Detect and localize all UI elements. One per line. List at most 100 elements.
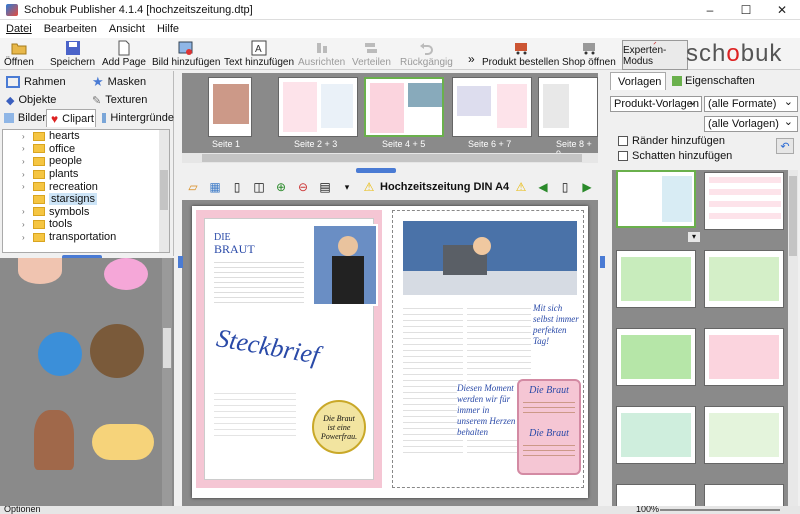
tab-masken[interactable]: ★ Masken <box>88 73 172 91</box>
menu-bar: Datei Bearbeiten Ansicht Hilfe <box>0 20 800 38</box>
prev-page-icon[interactable]: ◀ <box>535 179 551 195</box>
zoom-in-icon[interactable]: ⊕ <box>273 179 289 195</box>
airport-photo[interactable] <box>403 221 577 295</box>
clipart-item[interactable] <box>90 324 144 378</box>
tree-item-recreation[interactable]: › recreation <box>3 180 169 193</box>
add-text-button[interactable]: A Text hinzufügen <box>224 38 294 70</box>
tree-item-office[interactable]: › office <box>3 143 169 156</box>
page-view-icon[interactable]: ▯ <box>557 179 573 195</box>
bride-photo[interactable] <box>312 224 378 306</box>
save-button[interactable]: Speichern <box>50 38 95 70</box>
template-filter-select[interactable]: (alle Vorlagen) <box>704 115 798 132</box>
open-button[interactable]: Öffnen <box>4 38 34 70</box>
tab-rahmen[interactable]: Rahmen <box>2 73 86 91</box>
page-caption-6-7: Seite 6 + 7 <box>468 139 512 149</box>
warning-icon-2[interactable]: ⚠ <box>513 179 529 195</box>
profile-table <box>214 258 304 304</box>
template-thumb[interactable] <box>616 250 696 308</box>
tree-item-starsigns[interactable]: starsigns <box>3 193 169 206</box>
add-shadows-checkbox[interactable]: Schatten hinzufügen <box>618 150 732 162</box>
template-thumb[interactable] <box>616 328 696 386</box>
clipart-item[interactable] <box>18 258 62 284</box>
grid-icon[interactable]: ▦ <box>207 179 223 195</box>
tab-vorlagen[interactable]: Vorlagen <box>610 72 666 90</box>
tab-texturen[interactable]: ✎ Texturen <box>88 91 172 109</box>
tab-clipart[interactable]: ♥ Clipart <box>46 109 96 127</box>
clipart-item[interactable] <box>104 258 148 290</box>
tree-item-tools[interactable]: › tools <box>3 218 169 231</box>
template-thumb[interactable] <box>704 328 784 386</box>
powerfrau-badge: Die Braut ist eine Powerfrau. <box>312 400 366 454</box>
align-button[interactable]: Ausrichten <box>298 38 345 70</box>
tree-item-hearts[interactable]: › hearts <box>3 130 169 143</box>
gallery-scrollbar[interactable] <box>788 170 798 506</box>
add-image-button[interactable]: Bild hinzufügen <box>152 38 220 70</box>
order-product-button[interactable]: Produkt bestellen <box>482 38 559 70</box>
open-shop-button[interactable]: Shop öffnen <box>562 38 616 70</box>
page-thumb-2-3[interactable] <box>278 77 358 137</box>
apply-template-button[interactable]: ↶ <box>776 138 794 154</box>
template-thumb[interactable] <box>704 406 784 464</box>
template-thumb[interactable] <box>704 484 784 506</box>
menu-ansicht[interactable]: Ansicht <box>103 23 151 35</box>
page-thumb-6-7[interactable] <box>452 77 532 137</box>
folder-icon <box>33 194 45 204</box>
bride-box[interactable]: Die Braut Die Braut <box>517 379 581 475</box>
minimize-button[interactable]: – <box>692 0 728 20</box>
zoom-slider[interactable] <box>660 509 780 511</box>
format-select[interactable]: (alle Formate) <box>704 95 798 112</box>
dropdown-arrow-icon[interactable]: ▾ <box>339 179 355 195</box>
tree-item-people[interactable]: › people <box>3 155 169 168</box>
menu-datei[interactable]: Datei <box>0 23 38 35</box>
page-settings-icon[interactable]: ▤ <box>317 179 333 195</box>
add-page-button[interactable]: Add Page <box>102 38 146 70</box>
tree-item-transportation[interactable]: › transportation <box>3 231 169 244</box>
close-button[interactable]: ✕ <box>764 0 800 20</box>
tree-scrollbar[interactable] <box>159 130 169 252</box>
tab-objekte[interactable]: ◆ Objekte <box>2 91 86 109</box>
ruler-icon[interactable]: ▱ <box>185 179 201 195</box>
clipart-item[interactable] <box>34 410 74 470</box>
status-options[interactable]: Optionen <box>4 506 41 514</box>
more-toolbar-button[interactable]: » <box>468 36 475 68</box>
tab-eigenschaften[interactable]: Eigenschaften <box>668 72 768 90</box>
zoom-out-icon[interactable]: ⊖ <box>295 179 311 195</box>
menu-hilfe[interactable]: Hilfe <box>151 23 185 35</box>
distribute-button[interactable]: Verteilen <box>352 38 391 70</box>
clipart-item[interactable] <box>92 424 154 460</box>
strip-splitter-handle[interactable] <box>356 168 396 173</box>
clipart-scrollbar[interactable] <box>162 258 172 506</box>
box-title-2: Die Braut <box>529 428 569 439</box>
page-strip-scrollbar[interactable] <box>182 153 598 163</box>
expert-mode-button[interactable]: Experten-Modus <box>622 40 688 70</box>
template-thumb[interactable] <box>616 406 696 464</box>
product-templates-select[interactable]: Produkt-Vorlagen <box>610 95 702 112</box>
add-borders-checkbox[interactable]: Ränder hinzufügen <box>618 135 725 147</box>
page-thumb-8-9[interactable] <box>538 77 598 137</box>
undo-button[interactable]: Rückgängig <box>400 38 453 70</box>
folder-icon <box>33 182 45 192</box>
template-thumb[interactable] <box>616 170 696 228</box>
tab-bilder[interactable]: Bilder <box>0 109 46 127</box>
right-panel: Vorlagen Eigenschaften Produkt-Vorlagen … <box>608 72 800 506</box>
left-splitter-handle[interactable] <box>178 256 183 268</box>
single-page-icon[interactable]: ▯ <box>229 179 245 195</box>
page-thumb-4-5[interactable] <box>364 77 444 137</box>
clipart-item[interactable] <box>38 332 82 376</box>
template-thumb[interactable] <box>616 484 696 506</box>
checkbox-box <box>618 136 628 146</box>
tree-item-plants[interactable]: › plants <box>3 168 169 181</box>
tab-hintergruende[interactable]: Hintergründe <box>98 109 174 127</box>
template-thumb[interactable] <box>704 250 784 308</box>
expand-arrow-icon[interactable]: ▾ <box>688 232 700 242</box>
template-thumb[interactable] <box>704 172 784 230</box>
heading-braut: BRAUT <box>214 242 255 256</box>
tree-item-symbols[interactable]: › symbols <box>3 206 169 219</box>
double-page-icon[interactable]: ◫ <box>251 179 267 195</box>
page-thumb-1[interactable] <box>208 77 252 137</box>
page-spread[interactable]: DIE BRAUT Steckbrief Die Braut ist eine … <box>192 206 588 498</box>
next-page-icon[interactable]: ▶ <box>579 179 595 195</box>
menu-bearbeiten[interactable]: Bearbeiten <box>38 23 103 35</box>
maximize-button[interactable]: ☐ <box>728 0 764 20</box>
right-splitter-handle[interactable] <box>600 256 605 268</box>
